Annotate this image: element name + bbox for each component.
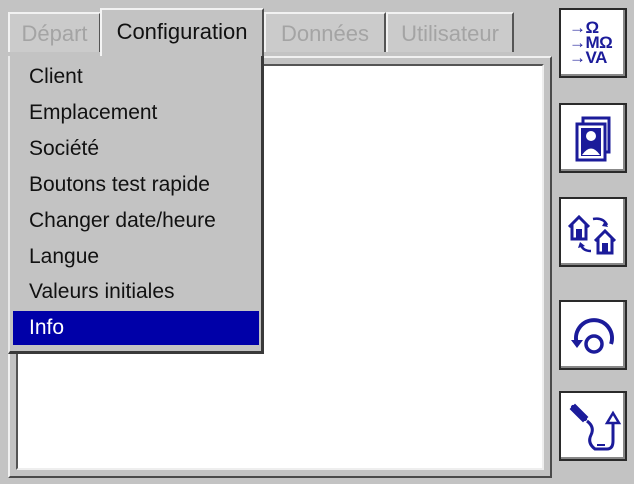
menu-item-langue[interactable]: Langue xyxy=(13,240,259,274)
user-profile-icon xyxy=(575,116,611,162)
house-transfer-icon xyxy=(567,214,617,255)
house-transfer-button[interactable] xyxy=(559,197,627,267)
rotate-icon xyxy=(571,318,614,354)
tab-donnees[interactable]: Données xyxy=(264,12,386,52)
menu-item-valeurs-initiales[interactable]: Valeurs initiales xyxy=(13,275,259,309)
user-profile-button[interactable] xyxy=(559,103,627,173)
menu-item-societe[interactable]: Société xyxy=(13,132,259,166)
tab-utilisateur[interactable]: Utilisateur xyxy=(386,12,514,52)
menu-item-changer-date-heure[interactable]: Changer date/heure xyxy=(13,204,259,238)
probe-button[interactable] xyxy=(559,391,627,461)
tab-configuration[interactable]: Configuration xyxy=(100,8,264,56)
tab-depart[interactable]: Départ xyxy=(8,12,101,52)
measure-line-va: →VA xyxy=(569,48,607,67)
menu-item-info[interactable]: Info xyxy=(13,311,259,345)
menu-item-boutons-test-rapide[interactable]: Boutons test rapide xyxy=(13,168,259,202)
device-screen: Départ Configuration Données Utilisateur… xyxy=(0,0,634,484)
configuration-menu: Client Emplacement Société Boutons test … xyxy=(8,56,264,354)
probe-icon xyxy=(569,403,622,451)
rotate-button[interactable] xyxy=(559,300,627,370)
menu-item-client[interactable]: Client xyxy=(13,60,259,94)
measure-units-button[interactable]: →Ω →MΩ →VA xyxy=(559,8,627,78)
menu-item-emplacement[interactable]: Emplacement xyxy=(13,96,259,130)
